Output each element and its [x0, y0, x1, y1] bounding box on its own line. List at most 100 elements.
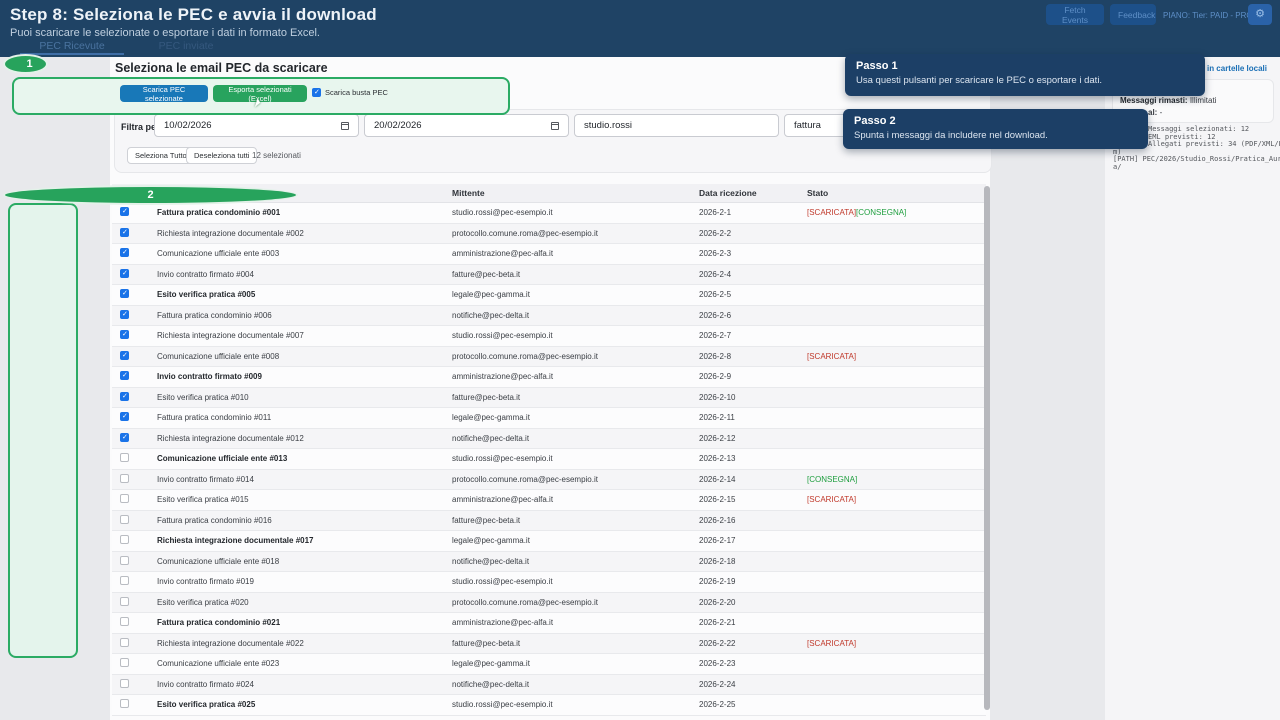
download-selected-button[interactable]: Scarica PEC selezionate [120, 85, 208, 102]
busta-checkbox-group[interactable]: Scarica busta PEC [312, 88, 388, 97]
row-checkbox[interactable] [120, 556, 129, 565]
row-checkbox[interactable] [120, 699, 129, 708]
row-checkbox[interactable] [120, 228, 129, 237]
tooltip-title: Passo 2 [854, 115, 1137, 127]
col-stato: Stato [807, 188, 986, 198]
row-select-cell [112, 289, 157, 300]
row-sender: studio.rossi@pec-esempio.it [452, 577, 699, 586]
row-subject: Comunicazione ufficiale ente #008 [157, 352, 452, 361]
row-checkbox[interactable] [120, 474, 129, 483]
row-checkbox[interactable] [120, 412, 129, 421]
row-subject: Comunicazione ufficiale ente #018 [157, 557, 452, 566]
table-row: Invio contratto firmato #014protocollo.c… [112, 470, 986, 491]
row-checkbox[interactable] [120, 535, 129, 544]
app-window: Step 8: Seleziona le PEC e avvia il down… [0, 0, 1280, 720]
row-subject: Comunicazione ufficiale ente #023 [157, 659, 452, 668]
row-sender: fatture@pec-beta.it [452, 639, 699, 648]
row-subject: Esito verifica pratica #005 [157, 290, 452, 299]
status-tag: [SCARICATA] [807, 639, 856, 648]
table-scrollbar[interactable] [984, 186, 990, 710]
row-sender: amministrazione@pec-alfa.it [452, 372, 699, 381]
row-select-cell [112, 679, 157, 690]
row-sender: studio.rossi@pec-esempio.it [452, 700, 699, 709]
row-status: [SCARICATA] [807, 639, 986, 648]
table-row: Comunicazione ufficiale ente #023legale@… [112, 654, 986, 675]
row-checkbox[interactable] [120, 453, 129, 462]
row-checkbox[interactable] [120, 330, 129, 339]
table-row: Richiesta integrazione documentale #007s… [112, 326, 986, 347]
select-all-button[interactable]: Seleziona Tutto [127, 147, 195, 164]
status-tag: [SCARICATA] [807, 495, 856, 504]
row-date: 2026-2-17 [699, 536, 807, 545]
row-checkbox[interactable] [120, 658, 129, 667]
row-checkbox[interactable] [120, 433, 129, 442]
row-checkbox[interactable] [120, 310, 129, 319]
sender-filter-input[interactable] [574, 114, 779, 137]
row-checkbox[interactable] [120, 597, 129, 606]
row-select-cell [112, 207, 157, 218]
row-sender: studio.rossi@pec-esempio.it [452, 208, 699, 217]
table-row: Esito verifica pratica #010fatture@pec-b… [112, 388, 986, 409]
row-sender: amministrazione@pec-alfa.it [452, 249, 699, 258]
row-select-cell [112, 269, 157, 280]
row-checkbox[interactable] [120, 392, 129, 401]
row-checkbox[interactable] [120, 494, 129, 503]
settings-icon[interactable]: ⚙ [1248, 4, 1272, 25]
row-select-cell [112, 371, 157, 382]
step-subtitle: Puoi scaricare le selezionate o esportar… [10, 27, 320, 39]
row-subject: Esito verifica pratica #010 [157, 393, 452, 402]
busta-checkbox-label: Scarica busta PEC [325, 88, 388, 97]
row-subject: Invio contratto firmato #014 [157, 475, 452, 484]
row-date: 2026-2-3 [699, 249, 807, 258]
row-sender: protocollo.comune.roma@pec-esempio.it [452, 229, 699, 238]
row-checkbox[interactable] [120, 207, 129, 216]
messages-remaining: Messaggi rimasti: Illimitati [1120, 96, 1216, 105]
row-date: 2026-2-21 [699, 618, 807, 627]
row-select-cell [112, 453, 157, 464]
row-subject: Fattura pratica condominio #011 [157, 413, 452, 422]
row-checkbox[interactable] [120, 515, 129, 524]
row-subject: Invio contratto firmato #024 [157, 680, 452, 689]
row-checkbox[interactable] [120, 576, 129, 585]
row-select-cell [112, 248, 157, 259]
row-checkbox[interactable] [120, 269, 129, 278]
row-checkbox[interactable] [120, 289, 129, 298]
row-subject: Richiesta integrazione documentale #012 [157, 434, 452, 443]
row-checkbox[interactable] [120, 248, 129, 257]
row-checkbox[interactable] [120, 617, 129, 626]
row-checkbox[interactable] [120, 638, 129, 647]
quota-partial-label: al: [1148, 108, 1157, 117]
tooltip-body: Usa questi pulsanti per scaricare le PEC… [856, 75, 1194, 86]
tutorial-step-badge-1: 1 [3, 54, 48, 74]
row-date: 2026-2-25 [699, 700, 807, 709]
row-date: 2026-2-6 [699, 311, 807, 320]
row-select-cell [112, 638, 157, 649]
date-from-input[interactable] [154, 114, 359, 137]
row-date: 2026-2-24 [699, 680, 807, 689]
row-subject: Comunicazione ufficiale ente #013 [157, 454, 452, 463]
feedback-button[interactable]: Feedback [1110, 4, 1156, 25]
row-subject: Fattura pratica condominio #001 [157, 208, 452, 217]
calendar-icon[interactable] [341, 122, 349, 130]
row-checkbox[interactable] [120, 351, 129, 360]
row-sender: fatture@pec-beta.it [452, 270, 699, 279]
row-date: 2026-2-20 [699, 598, 807, 607]
row-sender: legale@pec-gamma.it [452, 536, 699, 545]
tab-pec-inviate[interactable]: PEC inviate [140, 40, 232, 55]
status-tag: [SCARICATA] [807, 352, 856, 361]
busta-checkbox[interactable] [312, 88, 321, 97]
row-checkbox[interactable] [120, 371, 129, 380]
row-sender: protocollo.comune.roma@pec-esempio.it [452, 475, 699, 484]
row-select-cell [112, 474, 157, 485]
row-sender: fatture@pec-beta.it [452, 393, 699, 402]
row-checkbox[interactable] [120, 679, 129, 688]
calendar-icon[interactable] [551, 122, 559, 130]
deselect-all-button[interactable]: Deseleziona tutti [186, 147, 257, 164]
row-subject: Richiesta integrazione documentale #002 [157, 229, 452, 238]
row-select-cell [112, 310, 157, 321]
fetch-events-button[interactable]: Fetch Events [1046, 4, 1104, 25]
date-to-input[interactable] [364, 114, 569, 137]
row-select-cell [112, 351, 157, 362]
tutorial-header: Step 8: Seleziona le PEC e avvia il down… [0, 0, 1280, 57]
row-subject: Esito verifica pratica #020 [157, 598, 452, 607]
